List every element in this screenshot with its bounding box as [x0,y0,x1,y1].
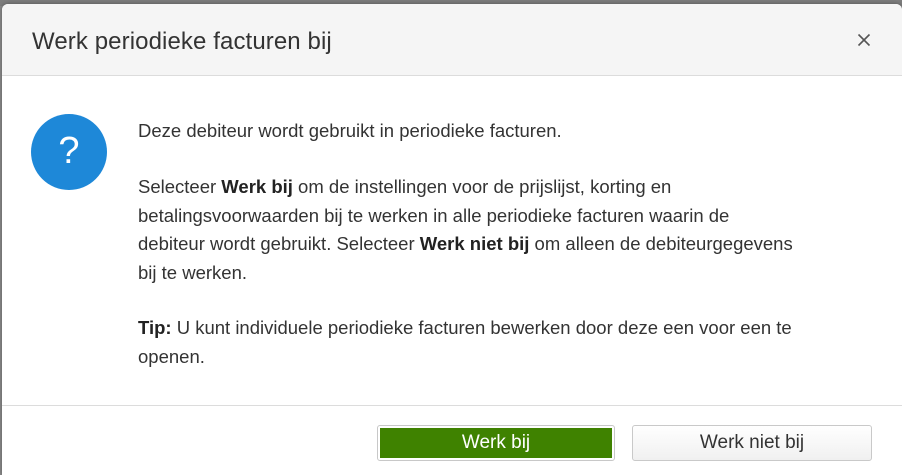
question-icon: ? [31,114,107,190]
dialog-footer: Werk bij Werk niet bij [2,405,902,475]
message-paragraph-1: Deze debiteur wordt gebruikt in periodie… [138,120,562,141]
paragraph2-text-1: Selecteer [138,176,222,197]
question-glyph: ? [58,130,80,172]
tip-text: U kunt individuele periodieke facturen b… [138,317,792,367]
dialog-title: Werk periodieke facturen bij [32,28,332,55]
werk-niet-bij-button[interactable]: Werk niet bij [632,425,872,461]
close-icon [857,33,871,47]
dialog-body: ? Deze debiteur wordt gebruikt in period… [2,76,902,405]
dialog-header: Werk periodieke facturen bij [2,4,902,76]
close-button[interactable] [850,26,878,54]
werk-bij-button-frame: Werk bij [377,425,615,461]
paragraph2-bold-werk-niet-bij: Werk niet bij [419,233,530,254]
werk-bij-button[interactable]: Werk bij [380,428,612,458]
update-recurring-invoices-dialog: Werk periodieke facturen bij ? Deze debi… [2,4,902,475]
message-paragraph-3: Tip: U kunt individuele periodieke factu… [138,314,798,371]
tip-label: Tip: [138,317,172,338]
message-paragraph-2: Selecteer Werk bij om de instellingen vo… [138,173,798,287]
paragraph2-bold-werk-bij: Werk bij [221,176,293,197]
